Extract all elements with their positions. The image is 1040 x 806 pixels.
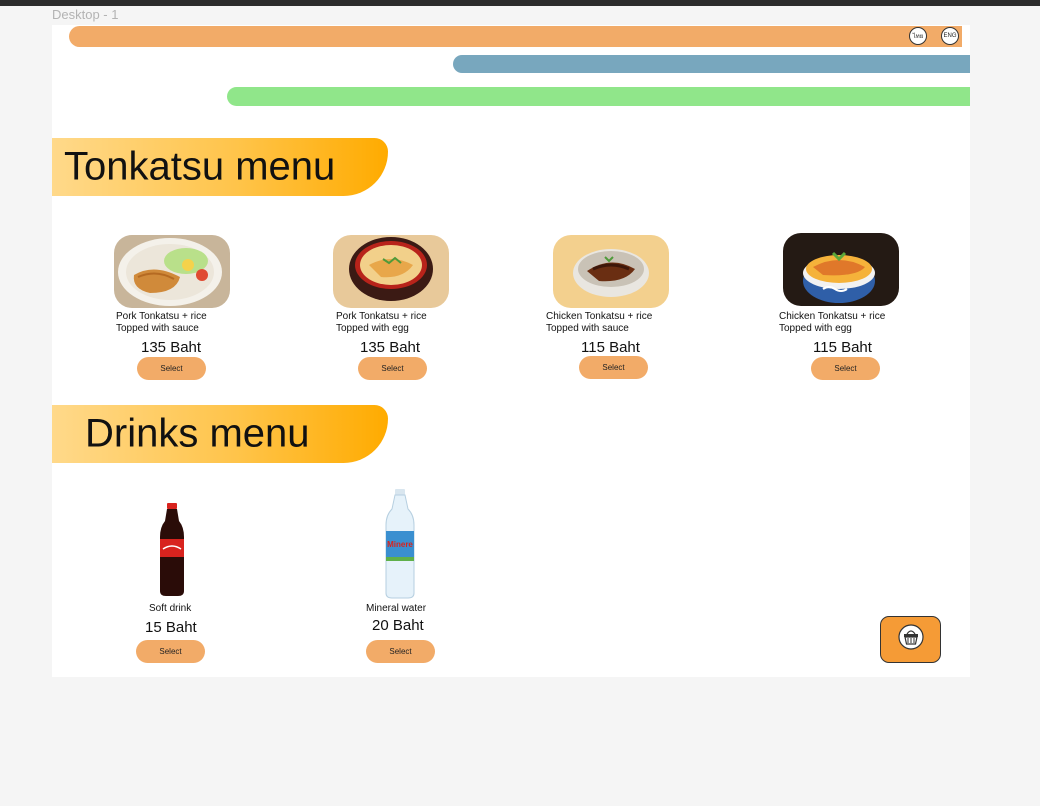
thai-language-button[interactable]: ไทย	[909, 27, 927, 45]
pork-tonkatsu-egg-photo	[333, 235, 449, 308]
food-item-3-name-line2: Topped with sauce	[546, 323, 629, 334]
food-item-2-name: Pork Tonkatsu + rice Topped with egg	[336, 311, 427, 335]
header-bar-blue	[453, 55, 970, 73]
chicken-tonkatsu-sauce-photo	[553, 235, 669, 308]
pork-tonkatsu-sauce-photo	[114, 235, 230, 308]
food-item-4-name: Chicken Tonkatsu + rice Topped with egg	[779, 311, 885, 335]
food-item-3-select-button[interactable]: Select	[579, 356, 648, 379]
food-item-1-name: Pork Tonkatsu + rice Topped with sauce	[116, 311, 207, 335]
food-item-1-select-button[interactable]: Select	[137, 357, 206, 380]
food-item-4-name-line2: Topped with egg	[779, 323, 852, 334]
drinks-section-banner: Drinks menu	[52, 405, 388, 463]
drinks-section-title: Drinks menu	[85, 411, 310, 456]
svg-text:Minere: Minere	[387, 540, 413, 549]
food-item-1-name-line2: Topped with sauce	[116, 323, 199, 334]
drink-item-2-select-button[interactable]: Select	[366, 640, 435, 663]
frame-label: Desktop - 1	[52, 7, 119, 22]
editor-top-bar	[0, 0, 1040, 6]
chicken-tonkatsu-egg-photo	[783, 233, 899, 306]
basket-button[interactable]	[880, 616, 941, 663]
food-item-1-price: 135 Baht	[141, 339, 202, 356]
english-language-button[interactable]: ENG	[941, 27, 959, 45]
header-bar-green	[227, 87, 970, 106]
mineral-water-photo: Minere	[383, 489, 417, 599]
basket-icon	[897, 624, 924, 655]
drink-item-2-name: Mineral water	[366, 603, 427, 614]
desktop-frame: ไทย ENG Tonkatsu menu Pork Tonkatsu + ri…	[52, 25, 970, 677]
food-item-3-name: Chicken Tonkatsu + rice Topped with sauc…	[546, 311, 652, 335]
header-bar-orange	[69, 26, 962, 47]
drink-item-1-select-button[interactable]: Select	[136, 640, 205, 663]
soft-drink-photo	[156, 503, 188, 597]
food-item-2-select-button[interactable]: Select	[358, 357, 427, 380]
food-item-1-name-line1: Pork Tonkatsu + rice	[116, 311, 207, 322]
food-item-2-price: 135 Baht	[360, 339, 421, 356]
food-item-2-name-line2: Topped with egg	[336, 323, 409, 334]
food-item-3-price: 115 Baht	[581, 339, 640, 356]
drink-item-1-price: 15 Baht	[145, 619, 197, 636]
food-item-2-name-line1: Pork Tonkatsu + rice	[336, 311, 427, 322]
tonkatsu-section-title: Tonkatsu menu	[64, 144, 336, 189]
drink-item-2-price: 20 Baht	[372, 617, 424, 634]
food-item-4-name-line1: Chicken Tonkatsu + rice	[779, 311, 886, 322]
drink-item-1-name: Soft drink	[149, 603, 192, 614]
tonkatsu-section-banner: Tonkatsu menu	[52, 138, 388, 196]
food-item-3-name-line1: Chicken Tonkatsu + rice	[546, 311, 653, 322]
food-item-4-select-button[interactable]: Select	[811, 357, 880, 380]
food-item-4-price: 115 Baht	[813, 339, 872, 356]
